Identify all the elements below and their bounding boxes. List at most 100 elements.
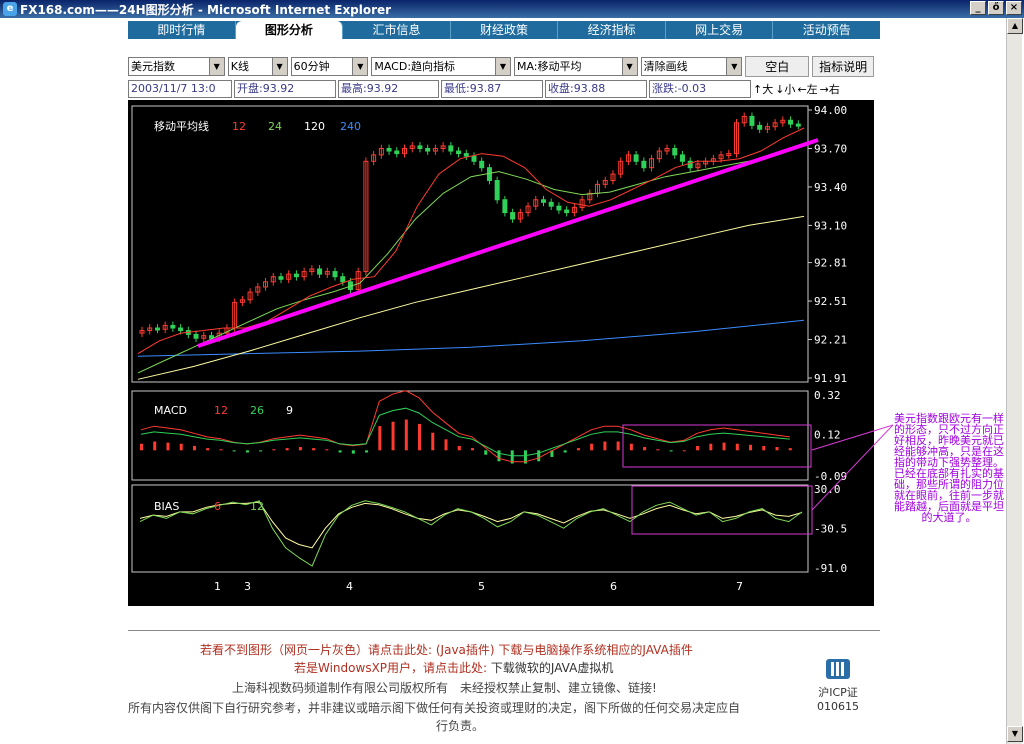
chart-type-select[interactable]: K线 ▼ [227, 56, 288, 76]
tab-finance-policy[interactable]: 财经政策 [451, 21, 559, 39]
macd-bar [563, 450, 567, 453]
candle-body [154, 327, 160, 331]
restore-button[interactable]: ő [988, 1, 1004, 15]
footer-jvm-link[interactable]: 下载微软的JAVA虚拟机 [491, 661, 613, 675]
macd-highlight-box [622, 424, 812, 468]
chevron-down-icon: ▼ [208, 57, 224, 75]
tab-economic-indicators[interactable]: 经济指标 [558, 21, 666, 39]
close-field: 收盘:93.88 [545, 80, 647, 98]
close-button[interactable]: × [1006, 1, 1022, 15]
low-field: 最低:93.87 [441, 80, 543, 98]
instrument-value: 美元指数 [131, 60, 175, 73]
macd-bar [457, 445, 461, 451]
macd-bar [616, 441, 620, 451]
candle-body [463, 153, 469, 157]
bias-legend-title: BIAS [154, 500, 179, 513]
minimize-button[interactable]: _ [970, 1, 986, 15]
icp-label: 沪ICP证 [818, 686, 858, 699]
chart-type-value: K线 [230, 60, 249, 73]
macd-bar [232, 450, 236, 452]
tab-events[interactable]: 活动预告 [773, 21, 880, 39]
macd-bar [285, 448, 289, 451]
chart-area[interactable]: 94.00 93.70 93.40 93.10 92.81 92.51 92.21 91.91… [128, 100, 874, 606]
tab-fx-info[interactable]: 汇市信息 [343, 21, 451, 39]
macd-tick-label: 0.12 [814, 429, 841, 442]
instrument-select[interactable]: 美元指数 ▼ [128, 56, 225, 76]
macd-legend-9: 9 [286, 404, 293, 417]
panel-frame [131, 105, 809, 383]
candle-body [548, 201, 554, 207]
chart-svg[interactable]: 94.00 93.70 93.40 93.10 92.81 92.51 92.21 91.91… [128, 100, 874, 606]
macd-bar [484, 450, 488, 455]
ma-legend-12: 12 [232, 120, 246, 133]
clear-lines-value: 清除画线 [643, 60, 688, 73]
period-select[interactable]: 60分钟 ▼ [290, 56, 369, 76]
chevron-down-icon: ▼ [621, 57, 637, 75]
macd-bar [338, 450, 342, 453]
macd-bar [735, 443, 739, 451]
candle-body [757, 124, 763, 130]
footer-java-line: 若看不到图形（网页一片灰色）请点击此处: (Java插件) 下载与电脑操作系统相… [200, 641, 693, 658]
macd-bar [153, 441, 157, 451]
macd-bar [140, 443, 143, 451]
price-tick-label: 92.81 [814, 257, 847, 270]
high-field: 最高:93.92 [338, 80, 439, 98]
macd-bar [471, 448, 474, 451]
macd-bar [365, 450, 369, 453]
tab-realtime-quotes[interactable]: 即时行情 [128, 21, 236, 39]
footer-xp-click[interactable]: 若是WindowsXP用户，请点击此处: [294, 661, 487, 675]
macd-bar [722, 442, 726, 451]
candle-body [386, 147, 392, 152]
zoom-out-button[interactable]: ↓小 [775, 81, 795, 97]
scroll-up-icon[interactable]: ▲ [1007, 18, 1023, 34]
icp-number: 010615 [817, 700, 859, 713]
candle-body [556, 205, 562, 211]
footer [128, 630, 880, 631]
tab-online-trading[interactable]: 网上交易 [666, 21, 774, 39]
scroll-down-icon[interactable]: ▼ [1007, 726, 1023, 742]
candle-body [510, 212, 516, 220]
x-tick-label: 6 [610, 580, 617, 593]
indicator-help-button[interactable]: 指标说明 [812, 55, 874, 77]
macd-bar [298, 447, 302, 451]
candle-body [494, 180, 500, 201]
macd-dea-line [140, 407, 790, 457]
icp-logo-icon [826, 659, 850, 679]
candle-body [317, 268, 323, 275]
macd-bar [192, 445, 196, 451]
candle-body [502, 199, 508, 214]
footer-xp-line: 若是WindowsXP用户，请点击此处: 下载微软的JAVA虚拟机 [294, 659, 613, 676]
price-tick-label: 91.91 [814, 372, 847, 385]
macd-dif-line [140, 390, 790, 463]
macd-bar [166, 442, 170, 451]
clear-lines-select[interactable]: 清除画线 ▼ [640, 56, 743, 76]
macd-bar [537, 450, 541, 462]
ma-legend-24: 24 [268, 120, 282, 133]
icp-badge: 沪ICP证 010615 [808, 657, 868, 713]
footer-java-click[interactable]: 若看不到图形（网页一片灰色）请点击此处: [200, 643, 432, 657]
pan-left-button[interactable]: ←左 [797, 81, 817, 97]
zoom-in-button[interactable]: ↑大 [753, 81, 773, 97]
chevron-down-icon: ▼ [352, 57, 368, 75]
macd-bar [351, 450, 355, 454]
footer-java-plugin-link[interactable]: (Java插件) 下载与电脑操作系统相应的JAVA插件 [436, 643, 693, 657]
candle-body [340, 276, 346, 283]
price-tick-label: 93.70 [814, 142, 847, 155]
macd-bar [590, 443, 594, 451]
price-tick-label: 92.51 [814, 295, 847, 308]
blank-button[interactable]: 空白 [745, 55, 810, 77]
macd-bar [497, 450, 501, 462]
indicator2-select[interactable]: MA:移动平均 ▼ [513, 56, 638, 76]
price-tick-label: 93.40 [814, 181, 847, 194]
indicator1-value: MACD:趋向指标 [374, 60, 456, 73]
indicator1-select[interactable]: MACD:趋向指标 ▼ [371, 56, 511, 76]
macd-bar [669, 450, 673, 452]
macd-bar [643, 447, 647, 451]
macd-bar [682, 450, 686, 452]
tab-chart-analysis[interactable]: 图形分析 [235, 21, 344, 39]
vertical-scrollbar[interactable]: ▲ ▼ [1006, 18, 1023, 744]
pan-right-button[interactable]: →右 [820, 81, 840, 97]
change-field: 涨跌:-0.03 [649, 80, 751, 98]
candle-body [332, 271, 338, 278]
candle-body [687, 160, 693, 169]
